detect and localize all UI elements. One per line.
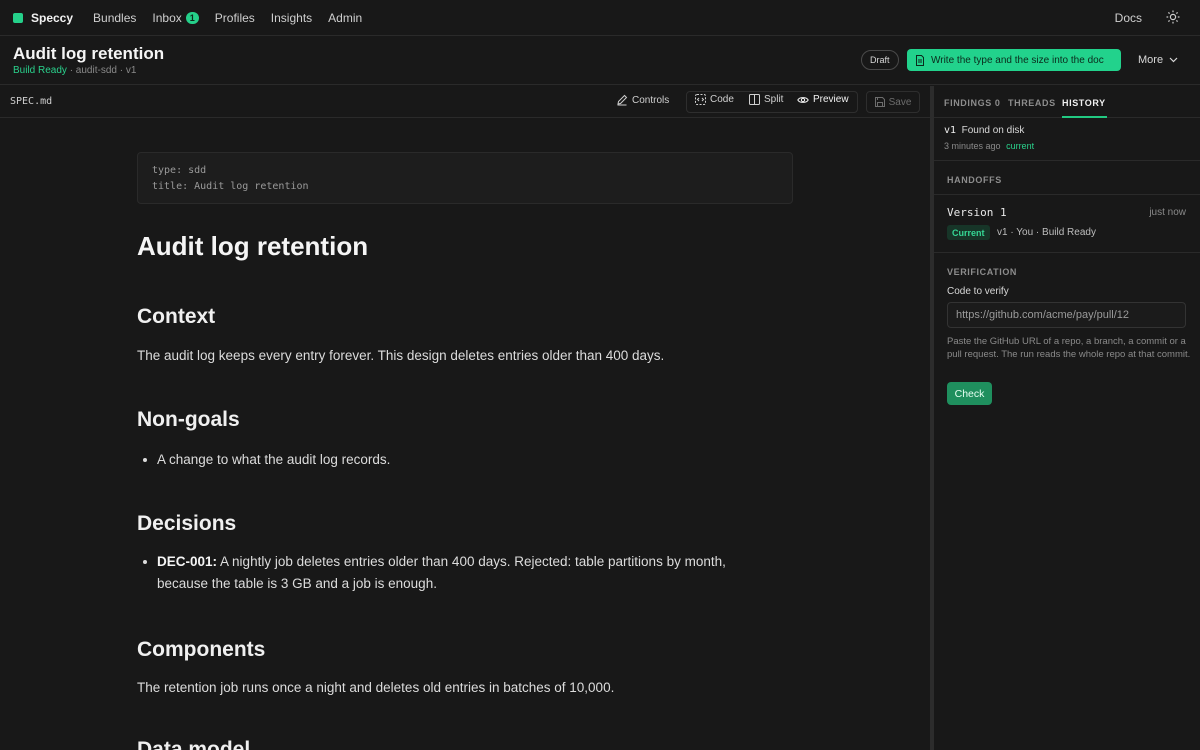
build-status: Build Ready	[13, 65, 67, 76]
history-time: 3 minutes ago	[944, 141, 1001, 151]
components-paragraph: The retention job runs once a night and …	[137, 680, 615, 695]
history-version: v1	[944, 125, 957, 136]
page-subtitle: Build Ready · audit-sdd · v1	[13, 65, 136, 76]
pencil-icon	[617, 94, 628, 106]
history-current-tag: current	[1006, 141, 1035, 151]
section-heading-nongoals: Non-goals	[137, 408, 240, 431]
code-icon	[695, 94, 706, 105]
frontmatter-line: title: Audit log retention	[152, 181, 309, 192]
handoff-meta: v1 · You · Build Ready	[997, 227, 1096, 238]
handoff-version-name[interactable]: Version 1	[947, 206, 1007, 219]
code-url-input[interactable]	[947, 302, 1186, 328]
brand[interactable]: Speccy	[13, 11, 73, 25]
page-meta: · audit-sdd · v1	[66, 65, 137, 76]
tab-history[interactable]: HISTORY	[1062, 98, 1106, 108]
panel-divider	[934, 194, 1200, 195]
preview-view-button[interactable]: Preview	[797, 94, 849, 105]
history-event: Found on disk	[961, 125, 1025, 136]
side-panel: FINDINGS 0 THREADS HISTORY v1 Found on d…	[934, 86, 1200, 750]
save-icon	[874, 97, 885, 107]
eye-icon	[797, 96, 809, 103]
check-button[interactable]: Check	[947, 382, 992, 405]
write-type-size-button[interactable]: Write the type and the size into the doc	[907, 49, 1121, 71]
code-label: Code	[710, 94, 734, 105]
controls-label: Controls	[632, 94, 670, 106]
sun-icon[interactable]	[1166, 10, 1182, 26]
save-button[interactable]: Save	[866, 91, 920, 113]
section-heading-decisions: Decisions	[137, 512, 237, 535]
more-menu-button[interactable]: More	[1138, 54, 1178, 66]
panel-divider	[934, 160, 1200, 161]
panel-tabs: FINDINGS 0 THREADS HISTORY	[934, 86, 1200, 118]
nav-item-inbox[interactable]: Inbox 1	[152, 10, 199, 25]
inbox-count-badge: 1	[185, 11, 199, 24]
brand-name: Speccy	[31, 10, 74, 25]
context-paragraph: The audit log keeps every entry forever.…	[137, 348, 665, 363]
nav-item-insights[interactable]: Insights	[271, 11, 312, 25]
history-meta: 3 minutes ago current	[944, 141, 1034, 151]
verification-help-text: Paste the GitHub URL of a repo, a branch…	[947, 336, 1191, 360]
decision-list-item: DEC-001: A nightly job deletes entries o…	[143, 551, 757, 595]
code-to-verify-label: Code to verify	[947, 286, 1009, 297]
doc-title: Audit log retention	[137, 231, 369, 261]
frontmatter-block: type: sdd title: Audit log retention	[137, 152, 793, 204]
active-tab-indicator	[1062, 116, 1107, 118]
page-header: Audit log retention Build Ready · audit-…	[0, 37, 1200, 85]
nav-item-profiles[interactable]: Profiles	[215, 11, 255, 25]
brand-logo-icon	[13, 12, 23, 23]
top-nav: Speccy Bundles Inbox 1 Profiles Insights…	[0, 0, 1200, 36]
tab-threads[interactable]: THREADS	[1008, 98, 1056, 108]
nav-item-inbox-label: Inbox	[152, 10, 182, 25]
nav-item-admin[interactable]: Admin	[328, 11, 362, 25]
section-heading-components: Components	[137, 638, 266, 661]
verification-label: VERIFICATION	[947, 267, 1018, 277]
document-icon	[916, 54, 924, 66]
section-heading-data-model: Data model	[137, 738, 251, 750]
more-label: More	[1138, 54, 1164, 66]
code-view-button[interactable]: Code	[695, 94, 734, 105]
current-badge: Current	[947, 225, 990, 240]
write-type-size-label: Write the type and the size into the doc	[931, 54, 1104, 66]
filename: SPEC.md	[10, 96, 53, 107]
section-heading-context: Context	[137, 305, 216, 328]
controls-button[interactable]: Controls	[616, 94, 669, 106]
decision-id: DEC-001:	[157, 554, 218, 569]
chevron-down-icon	[1169, 57, 1178, 63]
docs-link[interactable]: Docs	[1115, 11, 1142, 25]
frontmatter-line: type: sdd	[152, 165, 207, 176]
history-entry[interactable]: v1 Found on disk	[944, 125, 1024, 136]
handoff-time: just now	[1149, 207, 1186, 218]
tab-findings[interactable]: FINDINGS 0	[944, 98, 1001, 108]
split-view-button[interactable]: Split	[749, 94, 783, 105]
preview-label: Preview	[813, 94, 849, 105]
save-label: Save	[888, 96, 912, 108]
nongoal-list-item: A change to what the audit log records.	[143, 449, 757, 471]
panel-divider	[934, 252, 1200, 253]
draft-badge: Draft	[861, 50, 899, 70]
split-icon	[749, 94, 760, 105]
split-label: Split	[764, 94, 784, 105]
handoffs-label: HANDOFFS	[947, 175, 1002, 185]
page-title: Audit log retention	[13, 44, 165, 63]
document-preview: type: sdd title: Audit log retention Aud…	[0, 119, 930, 750]
decision-text: A nightly job deletes entries older than…	[157, 554, 726, 591]
nav-item-bundles[interactable]: Bundles	[93, 11, 136, 25]
editor-toolbar: SPEC.md Controls Code Split Preview Save	[0, 86, 930, 118]
